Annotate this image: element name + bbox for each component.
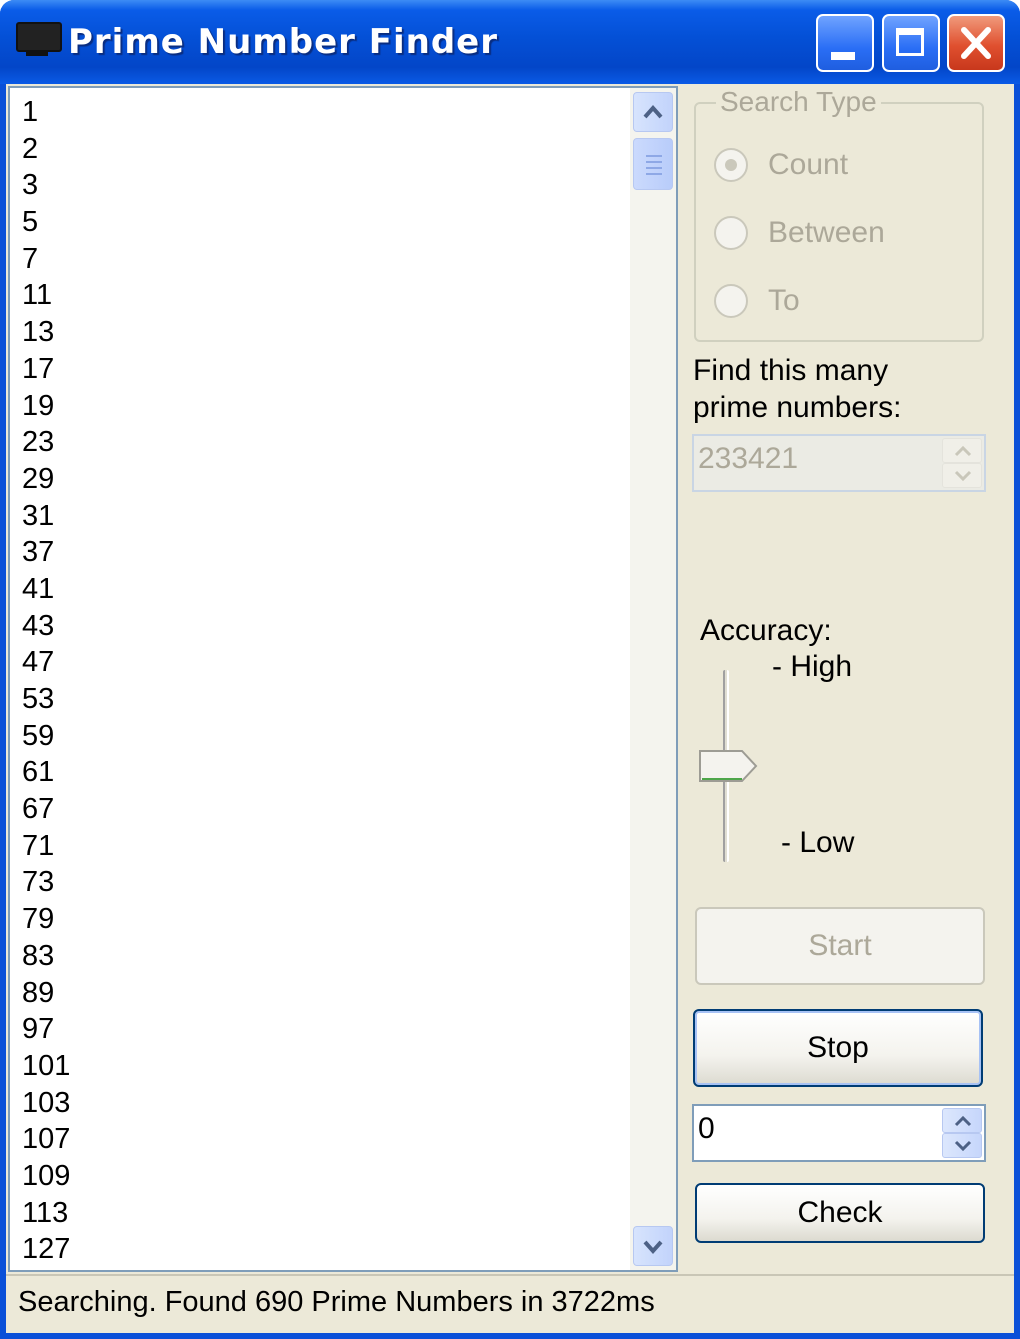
maximize-icon [896, 28, 924, 56]
check-spinbox[interactable]: 0 [692, 1104, 986, 1162]
list-item[interactable]: 31 [22, 498, 70, 535]
count-decrement-button[interactable] [942, 463, 982, 488]
list-item[interactable]: 89 [22, 975, 70, 1012]
check-increment-button[interactable] [942, 1108, 982, 1133]
count-spinbox[interactable]: 233421 [692, 434, 986, 492]
chevron-down-icon [954, 470, 972, 482]
list-item[interactable]: 5 [22, 204, 70, 241]
list-item[interactable]: 101 [22, 1048, 70, 1085]
close-button[interactable] [947, 14, 1005, 72]
vertical-scrollbar[interactable] [630, 88, 676, 1270]
list-item[interactable]: 103 [22, 1085, 70, 1122]
chevron-up-icon [954, 1115, 972, 1127]
list-item[interactable]: 43 [22, 608, 70, 645]
client-area: 1 2 3 5 7 11 13 17 19 23 29 31 37 41 43 47 53 59 61 67 71 73 7… [6, 84, 1014, 1333]
check-button[interactable]: Check [695, 1183, 985, 1243]
monitor-icon[interactable] [16, 22, 62, 56]
status-text: Searching. Found 690 Prime Numbers in 37… [18, 1286, 655, 1318]
list-item[interactable]: 79 [22, 901, 70, 938]
count-value: 233421 [698, 442, 799, 475]
chevron-up-icon [954, 445, 972, 457]
scroll-thumb[interactable] [633, 138, 673, 190]
list-item[interactable]: 107 [22, 1121, 70, 1158]
chevron-up-icon [643, 104, 663, 119]
count-label-line2: prime numbers: [693, 391, 902, 424]
accuracy-slider-thumb[interactable] [698, 748, 760, 784]
list-item[interactable]: 59 [22, 718, 70, 755]
search-type-group: Search Type Count Between To [694, 86, 984, 342]
stop-button[interactable]: Stop [693, 1009, 983, 1087]
search-type-legend: Search Type [716, 86, 881, 118]
minimize-icon [831, 52, 855, 60]
list-item[interactable]: 37 [22, 534, 70, 571]
list-item[interactable]: 53 [22, 681, 70, 718]
list-item[interactable]: 2 [22, 131, 70, 168]
accuracy-high-label: - High [772, 650, 853, 683]
list-item[interactable]: 29 [22, 461, 70, 498]
list-item[interactable]: 97 [22, 1011, 70, 1048]
list-item[interactable]: 113 [22, 1195, 70, 1232]
radio-between[interactable] [714, 216, 748, 250]
window-title: Prime Number Finder [68, 22, 499, 62]
list-item[interactable]: 61 [22, 754, 70, 791]
close-icon [961, 27, 991, 59]
list-item[interactable]: 17 [22, 351, 70, 388]
primes-listbox[interactable]: 1 2 3 5 7 11 13 17 19 23 29 31 37 41 43 47 53 59 61 67 71 73 7… [8, 86, 678, 1272]
list-item[interactable]: 7 [22, 241, 70, 278]
list-item[interactable]: 1 [22, 94, 70, 131]
radio-count-label: Count [768, 148, 849, 181]
list-item[interactable]: 67 [22, 791, 70, 828]
count-label-line1: Find this many [693, 354, 889, 387]
scroll-down-button[interactable] [633, 1226, 673, 1266]
minimize-button[interactable] [816, 14, 874, 72]
accuracy-low-label: - Low [781, 826, 855, 859]
radio-to[interactable] [714, 284, 748, 318]
start-button[interactable]: Start [695, 907, 985, 985]
list-item[interactable]: 19 [22, 388, 70, 425]
list-item[interactable]: 3 [22, 167, 70, 204]
list-item[interactable]: 47 [22, 644, 70, 681]
chevron-down-icon [954, 1140, 972, 1152]
radio-to-label: To [768, 284, 800, 317]
accuracy-label: Accuracy: [700, 614, 832, 647]
list-item[interactable]: 41 [22, 571, 70, 608]
list-item[interactable]: 83 [22, 938, 70, 975]
title-bar[interactable]: Prime Number Finder [0, 0, 1020, 84]
status-bar: Searching. Found 690 Prime Numbers in 37… [6, 1274, 1014, 1333]
radio-between-label: Between [768, 216, 885, 249]
primes-list: 1 2 3 5 7 11 13 17 19 23 29 31 37 41 43 47 53 59 61 67 71 73 7… [22, 94, 70, 1268]
chevron-down-icon [643, 1240, 663, 1255]
maximize-button[interactable] [882, 14, 940, 72]
list-item[interactable]: 71 [22, 828, 70, 865]
count-increment-button[interactable] [942, 438, 982, 463]
scroll-up-button[interactable] [633, 92, 673, 132]
list-item[interactable]: 13 [22, 314, 70, 351]
list-item[interactable]: 109 [22, 1158, 70, 1195]
list-item[interactable]: 23 [22, 424, 70, 461]
list-item[interactable]: 127 [22, 1231, 70, 1268]
list-item[interactable]: 73 [22, 864, 70, 901]
check-value: 0 [698, 1112, 715, 1145]
list-item[interactable]: 11 [22, 277, 70, 314]
check-decrement-button[interactable] [942, 1133, 982, 1158]
radio-count[interactable] [714, 148, 748, 182]
app-window: Prime Number Finder 1 2 3 5 7 11 13 17 19 23 29 31 3… [0, 0, 1020, 1339]
